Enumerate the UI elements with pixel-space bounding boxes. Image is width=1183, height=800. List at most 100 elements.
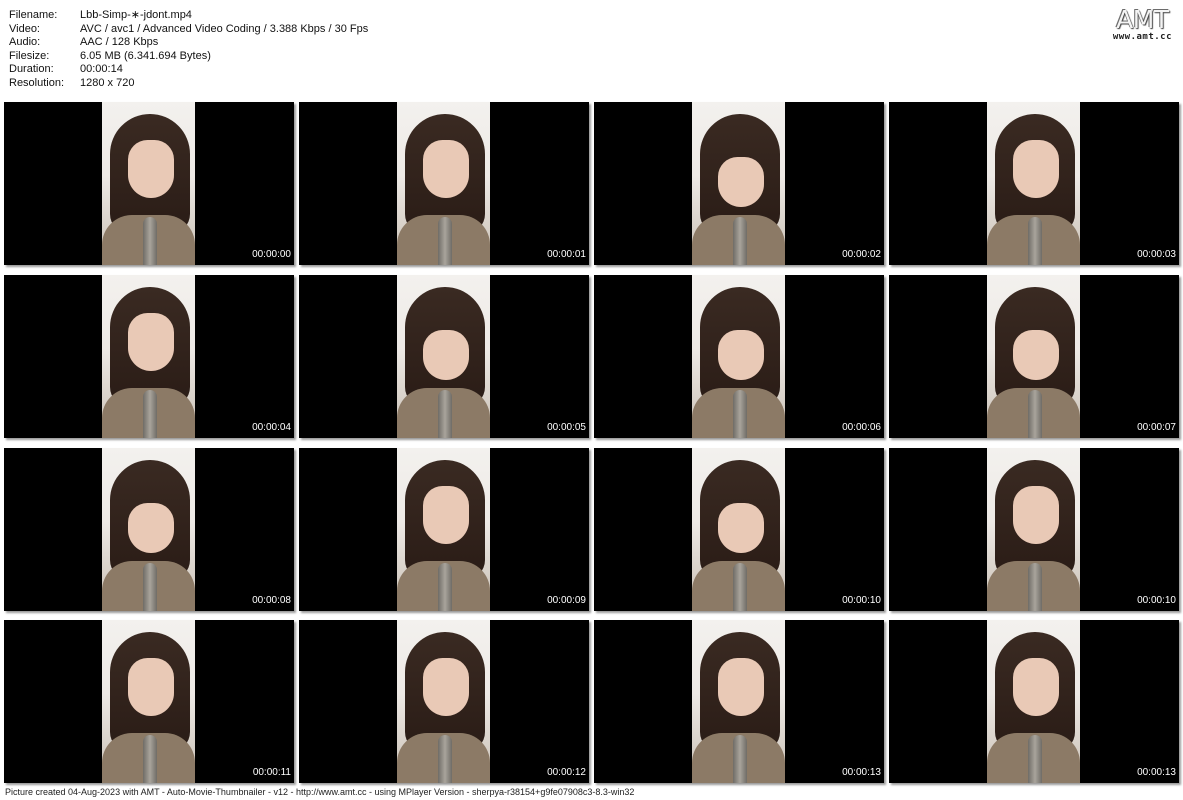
video-frame-image <box>102 102 195 265</box>
video-frame-image <box>987 275 1080 438</box>
frame-object <box>733 563 747 611</box>
frame-object <box>143 217 157 265</box>
frame-face <box>128 140 174 198</box>
video-frame-image <box>987 620 1080 783</box>
frame-object <box>1028 563 1042 611</box>
frame-object <box>733 735 747 783</box>
video-frame-image <box>397 448 490 611</box>
thumbnail-timestamp: 00:00:10 <box>842 595 881 606</box>
frame-object <box>438 563 452 611</box>
frame-face <box>718 330 764 380</box>
video-thumbnail: 00:00:00 <box>4 102 294 265</box>
info-row-audio: Audio: AAC / 128 Kbps <box>9 36 368 50</box>
video-frame-image <box>692 620 785 783</box>
video-thumbnail: 00:00:03 <box>889 102 1179 265</box>
video-frame-image <box>987 102 1080 265</box>
thumbnail-timestamp: 00:00:03 <box>1137 249 1176 260</box>
frame-face <box>1013 140 1059 198</box>
info-value: 1280 x 720 <box>80 76 135 89</box>
logo-url: www.amt.cc <box>1112 32 1172 42</box>
info-key: Filesize: <box>9 49 50 62</box>
video-thumbnail: 00:00:12 <box>299 620 589 783</box>
frame-face <box>1013 658 1059 716</box>
frame-object <box>733 390 747 438</box>
frame-face <box>128 313 174 371</box>
info-row-video: Video: AVC / avc1 / Advanced Video Codin… <box>9 23 368 37</box>
thumbnail-timestamp: 00:00:07 <box>1137 422 1176 433</box>
thumbnail-timestamp: 00:00:10 <box>1137 595 1176 606</box>
video-thumbnail: 00:00:04 <box>4 275 294 438</box>
video-thumbnail: 00:00:07 <box>889 275 1179 438</box>
info-key: Video: <box>9 22 40 35</box>
frame-face <box>718 157 764 207</box>
thumbnail-timestamp: 00:00:04 <box>252 422 291 433</box>
video-thumbnail: 00:00:05 <box>299 275 589 438</box>
frame-object <box>1028 217 1042 265</box>
video-thumbnail: 00:00:10 <box>594 448 884 611</box>
frame-face <box>718 503 764 553</box>
video-frame-image <box>692 275 785 438</box>
footer-credit: Picture created 04-Aug-2023 with AMT - A… <box>5 787 635 797</box>
video-thumbnail: 00:00:02 <box>594 102 884 265</box>
video-thumbnail: 00:00:06 <box>594 275 884 438</box>
thumbnail-timestamp: 00:00:09 <box>547 595 586 606</box>
thumbnail-timestamp: 00:00:01 <box>547 249 586 260</box>
info-value: 00:00:14 <box>80 63 123 75</box>
info-row-filesize: Filesize: 6.05 MB (6.341.694 Bytes) <box>9 50 368 64</box>
frame-face <box>423 330 469 380</box>
video-thumbnail: 00:00:13 <box>594 620 884 783</box>
frame-face <box>1013 330 1059 380</box>
thumbnail-timestamp: 00:00:13 <box>842 767 881 778</box>
info-value: 6.05 MB (6.341.694 Bytes) <box>80 49 211 62</box>
info-row-filename: Filename: Lbb-Simp-∗-jdont.mp4 <box>9 9 368 23</box>
video-frame-image <box>102 275 195 438</box>
thumbnail-timestamp: 00:00:05 <box>547 422 586 433</box>
thumbnail-timestamp: 00:00:06 <box>842 422 881 433</box>
frame-object <box>1028 390 1042 438</box>
info-key: Audio: <box>9 36 41 48</box>
video-frame-image <box>692 448 785 611</box>
frame-object <box>438 735 452 783</box>
frame-object <box>438 390 452 438</box>
frame-face <box>423 658 469 716</box>
frame-face <box>423 486 469 544</box>
frame-object <box>143 390 157 438</box>
frame-face <box>1013 486 1059 544</box>
frame-object <box>438 217 452 265</box>
thumbnail-timestamp: 00:00:11 <box>252 767 291 778</box>
video-thumbnail: 00:00:13 <box>889 620 1179 783</box>
info-row-duration: Duration: 00:00:14 <box>9 63 368 77</box>
frame-face <box>128 503 174 553</box>
video-frame-image <box>397 102 490 265</box>
video-frame-image <box>102 620 195 783</box>
thumbnail-timestamp: 00:00:12 <box>547 767 586 778</box>
frame-face <box>718 658 764 716</box>
amt-logo: AMT www.amt.cc <box>1112 5 1172 43</box>
frame-object <box>143 735 157 783</box>
file-info: Filename: Lbb-Simp-∗-jdont.mp4 Video: AV… <box>9 9 368 90</box>
video-frame-image <box>102 448 195 611</box>
thumbnail-timestamp: 00:00:02 <box>842 249 881 260</box>
frame-face <box>423 140 469 198</box>
info-value: AAC / 128 Kbps <box>80 36 159 48</box>
thumbnail-timestamp: 00:00:00 <box>252 249 291 260</box>
thumbnail-timestamp: 00:00:13 <box>1137 767 1176 778</box>
info-key: Duration: <box>9 63 54 75</box>
info-value: Lbb-Simp-∗-jdont.mp4 <box>80 9 192 21</box>
video-thumbnail: 00:00:08 <box>4 448 294 611</box>
video-thumbnail: 00:00:01 <box>299 102 589 265</box>
info-value: AVC / avc1 / Advanced Video Coding / 3.3… <box>80 22 369 35</box>
video-frame-image <box>692 102 785 265</box>
logo-text: AMT <box>1116 5 1169 34</box>
frame-object <box>733 217 747 265</box>
video-thumbnail: 00:00:10 <box>889 448 1179 611</box>
video-frame-image <box>397 275 490 438</box>
frame-object <box>143 563 157 611</box>
frame-object <box>1028 735 1042 783</box>
video-frame-image <box>987 448 1080 611</box>
info-key: Resolution: <box>9 76 65 89</box>
frame-face <box>128 658 174 716</box>
video-thumbnail: 00:00:09 <box>299 448 589 611</box>
thumbnail-timestamp: 00:00:08 <box>252 595 291 606</box>
video-thumbnail: 00:00:11 <box>4 620 294 783</box>
